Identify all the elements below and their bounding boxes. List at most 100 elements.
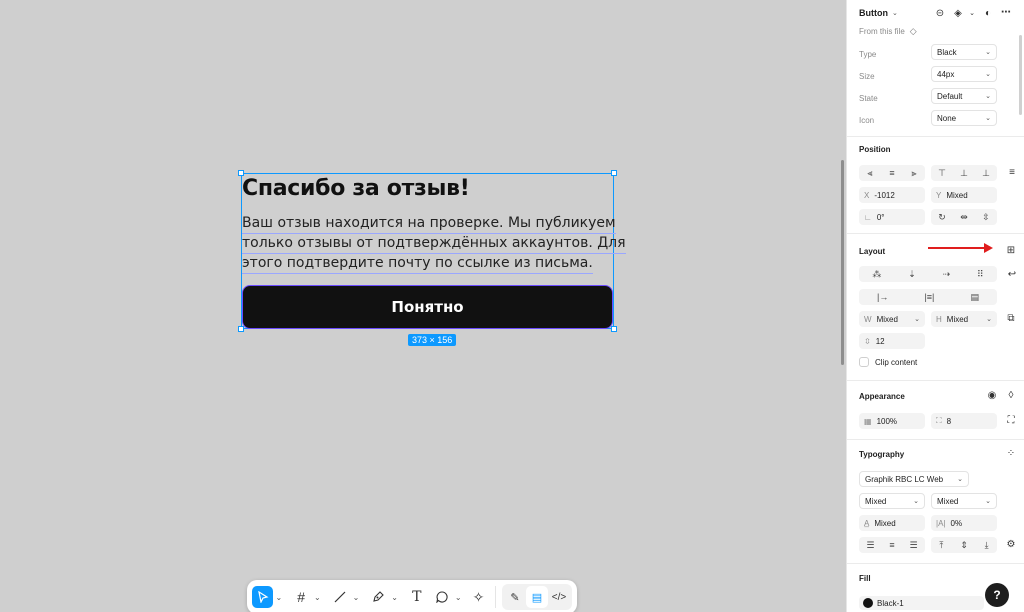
individual-corners-icon[interactable]: ⛶	[1004, 415, 1018, 426]
opacity-field[interactable]: ▦ 100%	[859, 413, 925, 429]
component-source[interactable]: From this file	[859, 27, 905, 36]
resize-handle-tr[interactable]	[611, 170, 617, 176]
align-top-icon[interactable]: ⊤	[938, 168, 946, 179]
text-styles-icon[interactable]: ⁘	[1004, 448, 1018, 459]
padding-individual-icon[interactable]: |≡|	[924, 292, 934, 302]
fill-color-swatch[interactable]	[863, 598, 873, 608]
chevron-down-icon: ⌄	[957, 476, 963, 483]
help-button[interactable]: ?	[985, 583, 1009, 607]
position-title: Position	[859, 145, 891, 154]
chevron-down-icon[interactable]: ⌄	[389, 593, 401, 602]
chevron-down-icon[interactable]: ⌄	[312, 593, 324, 602]
resize-to-fit-icon[interactable]: ⧉	[1004, 313, 1018, 324]
font-family-select[interactable]: Graphik RBC LC Web ⌄	[859, 471, 969, 487]
align-bottom-icon[interactable]: ⊥	[982, 168, 990, 179]
wrap-icon[interactable]: ↩	[1005, 269, 1019, 280]
detach-instance-icon[interactable]: ⊝	[933, 8, 947, 19]
canvas-scrollbar[interactable]	[841, 160, 844, 365]
alignment-box-icon[interactable]: ▤	[970, 292, 979, 303]
clip-content-checkbox[interactable]	[859, 357, 869, 367]
align-right-icon[interactable]: ⫸	[911, 168, 916, 179]
dev-mode-icon[interactable]: </>	[548, 586, 570, 608]
layout-grid-icon[interactable]: ⠿	[977, 269, 984, 280]
width-field[interactable]: W Mixed ⌄	[859, 311, 925, 327]
resize-handle-bl[interactable]	[238, 326, 244, 332]
x-field[interactable]: X -1012	[859, 187, 925, 203]
clip-content-row: Clip content	[859, 357, 1016, 367]
actions-tool-icon[interactable]: ✧	[468, 586, 489, 608]
prop-select-size[interactable]: 44px ⌄	[931, 66, 997, 82]
appearance-title: Appearance	[859, 392, 905, 401]
selected-frame[interactable]: Спасибо за отзыв! Ваш отзыв находится на…	[238, 170, 626, 332]
frame-body-text[interactable]: Ваш отзыв находится на проверке. Мы публ…	[242, 214, 626, 274]
prop-value: None	[937, 113, 957, 123]
layout-vertical-icon[interactable]: ⇣	[908, 269, 916, 280]
prop-label: State	[859, 93, 878, 103]
line-tool-icon[interactable]	[329, 586, 350, 608]
fill-style-row[interactable]: Black-1	[859, 596, 984, 610]
drop-icon[interactable]: ◊	[1004, 390, 1018, 401]
annotation-arrow-head	[984, 243, 993, 253]
clip-content-label[interactable]: Clip content	[875, 358, 917, 367]
rotation-field[interactable]: ∟ 0°	[859, 209, 925, 225]
line-height-field[interactable]: A̲ Mixed	[859, 515, 925, 531]
letter-spacing-field[interactable]: |A| 0%	[931, 515, 997, 531]
layout-horizontal-icon[interactable]: ⇢	[943, 269, 951, 280]
panel-scrollbar[interactable]	[1019, 35, 1022, 115]
frame-tool-icon[interactable]: #	[291, 586, 312, 608]
pen-tool-icon[interactable]	[368, 586, 389, 608]
chevron-down-icon: ⌄	[914, 316, 920, 323]
comment-tool-icon[interactable]	[431, 586, 452, 608]
cta-button[interactable]: Понятно	[242, 285, 613, 329]
padding-horizontal-icon[interactable]: |→	[877, 292, 888, 302]
font-family-value: Graphik RBC LC Web	[865, 474, 944, 484]
text-tool-icon[interactable]: T	[406, 586, 427, 608]
prop-select-type[interactable]: Black ⌄	[931, 44, 997, 60]
variable-mode-icon[interactable]: ◐	[981, 8, 995, 19]
section-divider	[847, 136, 1024, 137]
component-icon[interactable]: ◈	[951, 8, 965, 19]
chevron-down-icon[interactable]: ⌄	[965, 9, 979, 17]
gap-field[interactable]: ⇳ 12	[859, 333, 925, 349]
type-settings-icon[interactable]: ⚙	[1004, 539, 1018, 550]
flip-vertical-icon[interactable]: ⇳	[982, 212, 990, 223]
text-align-left-icon[interactable]: ☰	[866, 540, 874, 551]
chevron-down-icon[interactable]: ⌄	[273, 593, 285, 602]
design-mode-icon[interactable]: ▤	[526, 586, 548, 608]
align-middle-icon[interactable]: ⊥	[960, 168, 968, 179]
component-source-row: From this file ◇	[859, 26, 1016, 37]
eye-icon[interactable]: ◉	[985, 390, 999, 401]
font-weight-select[interactable]: Mixed ⌄	[859, 493, 925, 509]
auto-layout-icon[interactable]: ⊞	[1004, 245, 1018, 256]
radius-field[interactable]: ⛶ 8	[931, 413, 997, 429]
text-align-middle-icon[interactable]: ⇕	[960, 540, 968, 551]
text-align-center-icon[interactable]: ≡	[889, 540, 894, 550]
layout-alignment-group: |→ |≡| ▤	[859, 289, 997, 305]
align-left-icon[interactable]: ⫷	[867, 168, 872, 179]
rotate-icon[interactable]: ↻	[938, 212, 946, 223]
font-size-select[interactable]: Mixed ⌄	[931, 493, 997, 509]
component-name[interactable]: Button	[859, 8, 888, 18]
layout-free-icon[interactable]: ⁂	[872, 269, 881, 280]
prop-select-state[interactable]: Default ⌄	[931, 88, 997, 104]
text-align-right-icon[interactable]: ☰	[909, 540, 917, 551]
diamond-icon[interactable]: ◇	[910, 26, 917, 37]
canvas[interactable]: Спасибо за отзыв! Ваш отзыв находится на…	[0, 0, 846, 612]
resize-handle-br[interactable]	[611, 326, 617, 332]
move-tool-icon[interactable]	[252, 586, 274, 608]
height-field[interactable]: H Mixed ⌄	[931, 311, 997, 327]
chevron-down-icon[interactable]: ⌄	[452, 593, 464, 602]
y-field[interactable]: Y Mixed	[931, 187, 997, 203]
chevron-down-icon[interactable]: ⌄	[350, 593, 362, 602]
body-line: только отзывы от подтверждённых аккаунто…	[242, 234, 626, 254]
distribute-icon[interactable]: ≡	[1005, 167, 1019, 178]
draw-mode-icon[interactable]: ✎	[504, 586, 526, 608]
more-options-icon[interactable]: ⋯	[999, 7, 1013, 18]
align-center-h-icon[interactable]: ≡	[889, 168, 894, 178]
frame-title[interactable]: Спасибо за отзыв!	[242, 176, 470, 201]
flip-horizontal-icon[interactable]: ⇹	[960, 212, 968, 223]
text-align-bottom-icon[interactable]: ⤓	[985, 540, 989, 551]
prop-select-icon[interactable]: None ⌄	[931, 110, 997, 126]
chevron-down-icon[interactable]: ⌄	[892, 9, 898, 17]
text-align-top-icon[interactable]: ⤒	[939, 540, 943, 551]
